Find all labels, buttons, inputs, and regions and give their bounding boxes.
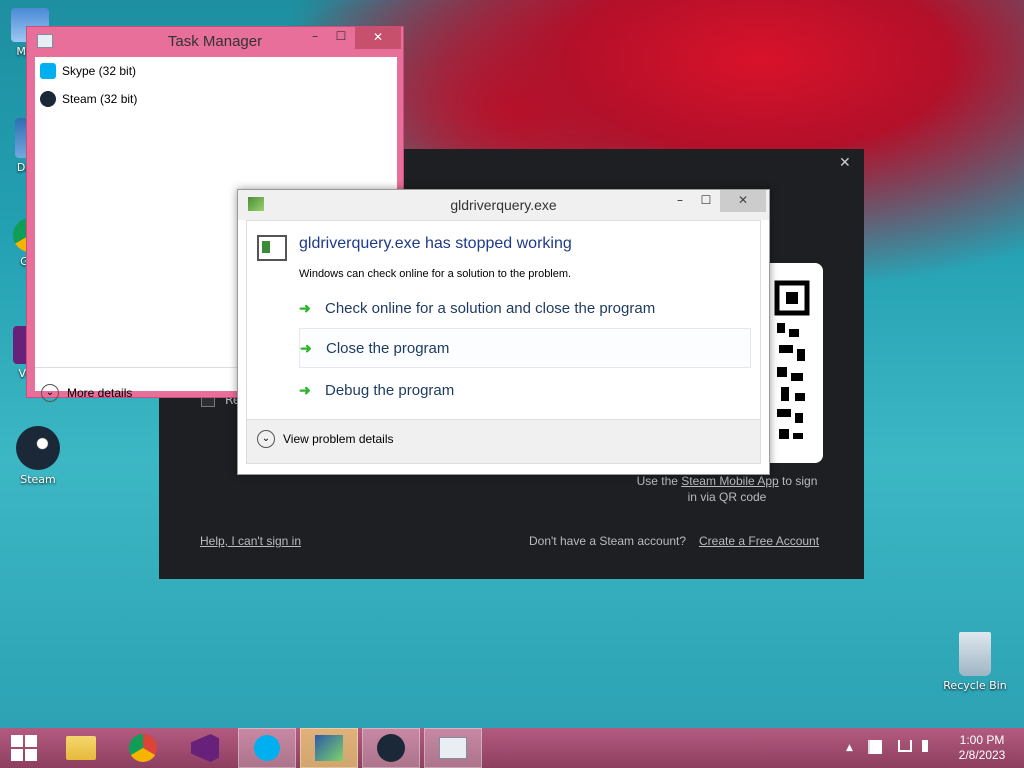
more-details-button[interactable]: ⌄ More details: [41, 384, 132, 402]
taskbar-app-verifier[interactable]: [300, 728, 358, 768]
desktop-icon-label: Recycle Bin: [943, 679, 1007, 692]
check-online-option[interactable]: ➜ Check online for a solution and close …: [299, 288, 751, 328]
view-problem-details-button[interactable]: ⌄ View problem details: [257, 430, 394, 448]
arrow-right-icon: ➜: [300, 340, 312, 356]
network-icon[interactable]: [898, 740, 912, 752]
qr-pattern: [774, 280, 810, 439]
taskbar-chrome[interactable]: [114, 728, 172, 768]
more-details-label: More details: [67, 386, 133, 400]
task-row-label: Steam (32 bit): [62, 92, 138, 106]
close-button[interactable]: ✕: [355, 27, 401, 49]
show-hidden-icons-button[interactable]: ▲: [846, 743, 853, 753]
error-heading: gldriverquery.exe has stopped working: [299, 235, 572, 252]
desktop-icon-steam[interactable]: Steam: [8, 426, 68, 486]
help-sign-in-link[interactable]: Help, I can't sign in: [200, 534, 301, 548]
task-row-steam[interactable]: Steam (32 bit): [35, 85, 397, 113]
taskbar-visual-studio[interactable]: [176, 728, 234, 768]
arrow-right-icon: ➜: [299, 382, 311, 398]
skype-icon: [254, 735, 280, 761]
taskbar-steam[interactable]: [362, 728, 420, 768]
no-account-text: Don't have a Steam account?: [529, 534, 687, 548]
taskbar-problem-reporting[interactable]: [424, 728, 482, 768]
option-label: Close the program: [326, 339, 450, 357]
task-manager-titlebar[interactable]: Task Manager – ☐ ✕: [27, 27, 403, 57]
error-dialog-content: gldriverquery.exe has stopped working Wi…: [246, 220, 761, 464]
error-dialog: gldriverquery.exe – ☐ ✕ gldriverquery.ex…: [237, 189, 770, 475]
windows-logo-icon: [11, 735, 37, 761]
error-subtext: Windows can check online for a solution …: [299, 268, 572, 280]
task-row-skype[interactable]: Skype (32 bit): [35, 57, 397, 85]
qr-caption: Use the Steam Mobile App to sign in via …: [627, 473, 827, 505]
steam-icon: [16, 426, 60, 470]
view-details-label: View problem details: [283, 432, 394, 446]
skype-icon: [40, 63, 56, 79]
chevron-down-icon: ⌄: [41, 384, 59, 402]
recycle-bin-icon: [959, 632, 991, 676]
desktop-icon-recycle-bin[interactable]: Recycle Bin: [940, 632, 1010, 692]
create-account-link[interactable]: Create a Free Account: [699, 534, 819, 548]
clock[interactable]: 1:00 PM 2/8/2023: [952, 733, 1012, 763]
option-label: Debug the program: [325, 381, 455, 399]
debug-program-option[interactable]: ➜ Debug the program: [299, 370, 751, 410]
clock-date: 2/8/2023: [958, 748, 1006, 762]
minimize-button[interactable]: –: [668, 193, 692, 215]
close-button[interactable]: ✕: [720, 190, 766, 212]
maximize-button[interactable]: ☐: [694, 193, 718, 215]
close-program-option[interactable]: ➜ Close the program: [299, 328, 751, 368]
steam-icon: [377, 734, 405, 762]
steam-icon: [40, 91, 56, 107]
taskbar-file-explorer[interactable]: [52, 728, 110, 768]
steam-close-button[interactable]: ✕: [839, 155, 851, 171]
qr-caption-pre: Use the: [636, 474, 678, 488]
option-label: Check online for a solution and close th…: [325, 299, 656, 317]
volume-icon[interactable]: [922, 740, 936, 752]
problem-report-icon: [439, 737, 467, 759]
qr-code: [769, 263, 823, 463]
program-icon: [257, 235, 287, 261]
error-dialog-titlebar[interactable]: gldriverquery.exe – ☐ ✕: [238, 190, 769, 220]
app-verifier-icon: [315, 735, 343, 761]
desktop-icon-label: Steam: [20, 473, 56, 486]
steam-mobile-app-link[interactable]: Steam Mobile App: [681, 474, 778, 488]
clock-time: 1:00 PM: [959, 733, 1005, 747]
chevron-down-icon: ⌄: [257, 430, 275, 448]
action-center-flag-icon[interactable]: [868, 740, 882, 754]
qr-caption-post: to sign: [782, 474, 818, 488]
folder-icon: [66, 736, 96, 760]
qr-caption-line2: in via QR code: [687, 490, 767, 504]
arrow-right-icon: ➜: [299, 300, 311, 316]
task-row-label: Skype (32 bit): [62, 64, 137, 78]
start-button[interactable]: [0, 728, 48, 768]
taskbar-skype[interactable]: [238, 728, 296, 768]
minimize-button[interactable]: –: [303, 29, 327, 51]
visual-studio-icon: [191, 734, 219, 762]
taskbar: ▲ 1:00 PM 2/8/2023: [0, 728, 1024, 768]
maximize-button[interactable]: ☐: [329, 29, 353, 51]
chrome-icon: [129, 734, 157, 762]
